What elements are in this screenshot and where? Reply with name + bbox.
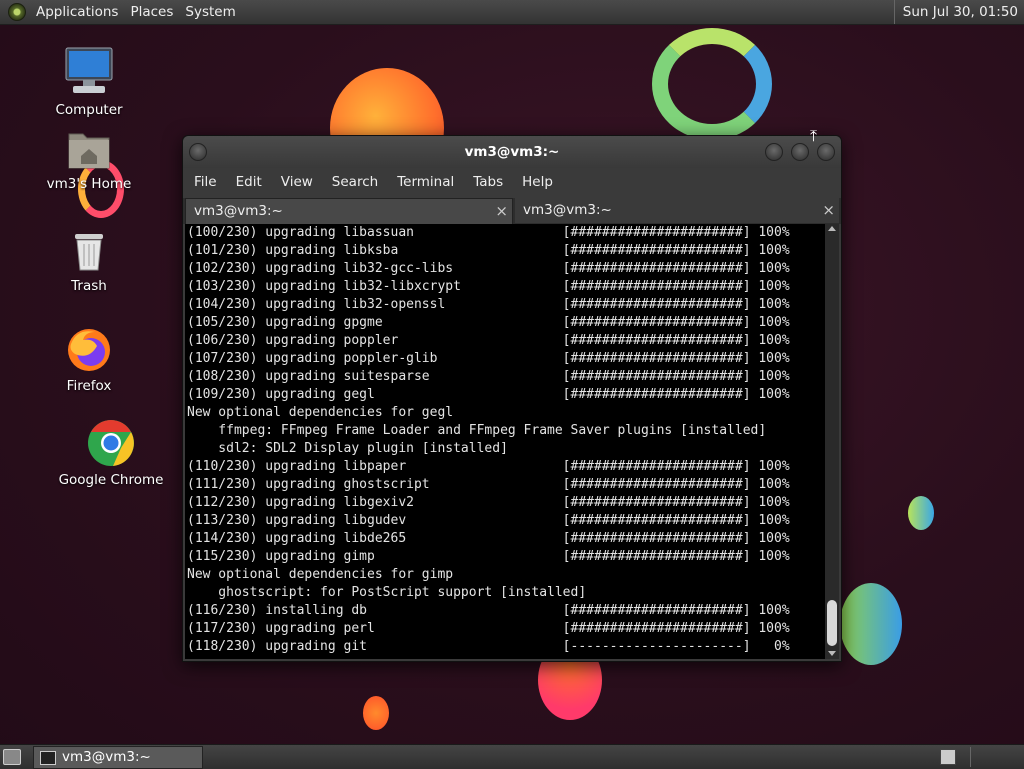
terminal-output[interactable]: (100/230) upgrading libassuan [#########… (185, 224, 825, 659)
mouse-cursor-icon: ⤒ (810, 126, 818, 145)
terminal-scrollbar[interactable] (825, 224, 839, 659)
desktop-icon-label: Trash (71, 278, 107, 294)
wallpaper-blob-green-large (840, 583, 902, 665)
tab-label: vm3@vm3:~ (523, 202, 612, 218)
terminal-line: (114/230) upgrading libde265 [##########… (187, 531, 790, 546)
menu-search[interactable]: Search (321, 169, 386, 195)
wallpaper-blob-small-orange (363, 696, 389, 730)
workspace-switcher[interactable] (940, 749, 956, 765)
terminal-lines: (100/230) upgrading libassuan [#########… (185, 224, 825, 656)
terminal-line: (116/230) installing db [###############… (187, 603, 790, 618)
clock[interactable]: Sun Jul 30, 01:50 (893, 0, 1024, 24)
desktop-icon-label: Firefox (66, 378, 112, 394)
window-titlebar[interactable]: vm3@vm3:~ (183, 136, 841, 168)
taskbar-item-terminal[interactable]: vm3@vm3:~ (33, 746, 203, 769)
terminal-line: ghostscript: for PostScript support [ins… (187, 585, 587, 600)
firefox-icon (68, 329, 110, 371)
terminal-line: New optional dependencies for gimp (187, 567, 454, 582)
desktop-icon-computer[interactable]: Computer (34, 46, 144, 118)
terminal-line: (100/230) upgrading libassuan [#########… (187, 225, 790, 240)
distro-logo-icon[interactable] (8, 3, 26, 21)
desktop-icon-trash[interactable]: Trash (34, 230, 144, 294)
terminal-line: (118/230) upgrading git [---------------… (187, 639, 790, 654)
tab-terminal-1[interactable]: vm3@vm3:~ × (185, 198, 513, 224)
terminal-line: (111/230) upgrading ghostscript [#######… (187, 477, 790, 492)
menu-file[interactable]: File (183, 169, 225, 195)
desktop-icon-label: Google Chrome (58, 472, 164, 488)
wallpaper-blob-green-right (908, 496, 934, 530)
scroll-down-arrow-icon[interactable] (828, 651, 836, 656)
terminal-line: ffmpeg: FFmpeg Frame Loader and FFmpeg F… (187, 423, 767, 438)
terminal-line: (101/230) upgrading libksba [###########… (187, 243, 790, 258)
wallpaper-ring-green (652, 28, 772, 140)
desktop-icon-firefox[interactable]: Firefox (34, 326, 144, 394)
top-panel: Applications Places System Sun Jul 30, 0… (0, 0, 1024, 25)
terminal-line: (105/230) upgrading gpgme [#############… (187, 315, 790, 330)
terminal-line: (106/230) upgrading poppler [###########… (187, 333, 790, 348)
home-folder-icon (68, 133, 110, 169)
terminal-line: New optional dependencies for gegl (187, 405, 454, 420)
tab-close-icon[interactable]: × (495, 199, 508, 224)
terminal-line: (109/230) upgrading gegl [##############… (187, 387, 790, 402)
terminal-line: (104/230) upgrading lib32-openssl [#####… (187, 297, 790, 312)
terminal-icon (40, 751, 56, 765)
trash-icon (75, 234, 103, 271)
tab-label: vm3@vm3:~ (194, 203, 283, 219)
places-menu[interactable]: Places (124, 0, 179, 24)
menu-view[interactable]: View (270, 169, 321, 195)
panel-separator (970, 747, 971, 767)
taskbar-item-label: vm3@vm3:~ (62, 749, 151, 765)
menu-edit[interactable]: Edit (225, 169, 270, 195)
minimize-button[interactable] (765, 143, 783, 161)
show-desktop-icon[interactable] (3, 749, 21, 765)
menu-tabs[interactable]: Tabs (462, 169, 511, 195)
terminal-line: (103/230) upgrading lib32-libxcrypt [###… (187, 279, 790, 294)
desktop-icon-chrome[interactable]: Google Chrome (56, 418, 166, 488)
bottom-panel: vm3@vm3:~ (0, 744, 1024, 769)
terminal-line: (107/230) upgrading poppler-glib [######… (187, 351, 790, 366)
window-title: vm3@vm3:~ (464, 144, 560, 160)
terminal-line: (115/230) upgrading gimp [##############… (187, 549, 790, 564)
terminal-line: (108/230) upgrading suitesparse [#######… (187, 369, 790, 384)
menu-terminal[interactable]: Terminal (386, 169, 462, 195)
scrollbar-thumb[interactable] (827, 600, 837, 646)
desktop-icon-label: Computer (55, 102, 123, 118)
terminal-line: (110/230) upgrading libpaper [##########… (187, 459, 790, 474)
chrome-icon (88, 420, 134, 466)
maximize-button[interactable] (791, 143, 809, 161)
tab-terminal-2[interactable]: vm3@vm3:~ × (515, 198, 839, 223)
menu-help[interactable]: Help (511, 169, 561, 195)
terminal-window: vm3@vm3:~ File Edit View Search Terminal… (182, 135, 842, 662)
applications-menu[interactable]: Applications (30, 0, 124, 24)
terminal-line: (113/230) upgrading libgudev [##########… (187, 513, 790, 528)
terminal-line: sdl2: SDL2 Display plugin [installed] (187, 441, 508, 456)
menu-bar: File Edit View Search Terminal Tabs Help (183, 169, 841, 195)
scroll-up-arrow-icon[interactable] (828, 226, 836, 231)
terminal-line: (112/230) upgrading libgexiv2 [#########… (187, 495, 790, 510)
terminal-line: (117/230) upgrading perl [##############… (187, 621, 790, 636)
terminal-line: (102/230) upgrading lib32-gcc-libs [####… (187, 261, 790, 276)
computer-icon (65, 47, 113, 93)
desktop-icon-label: vm3's Home (46, 176, 132, 192)
system-menu[interactable]: System (179, 0, 241, 24)
desktop-icon-home[interactable]: vm3's Home (34, 128, 144, 192)
tab-close-icon[interactable]: × (822, 198, 835, 223)
close-button[interactable] (817, 143, 835, 161)
tab-bar: vm3@vm3:~ × vm3@vm3:~ × (183, 198, 841, 224)
